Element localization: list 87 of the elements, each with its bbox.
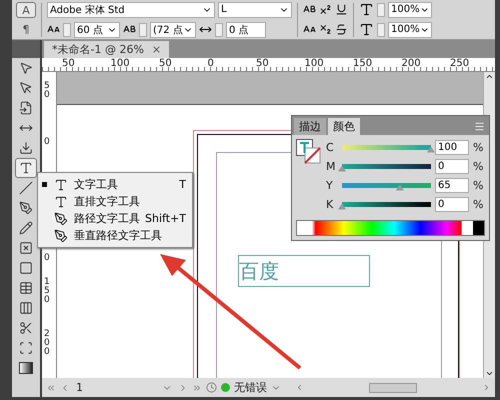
ruler-number: 100 xyxy=(110,59,130,69)
leading-field[interactable]: (72 点 xyxy=(150,22,196,38)
arrow-pointer-icon xyxy=(19,61,33,75)
channel-value-field[interactable]: 65 xyxy=(435,178,469,192)
type-icon xyxy=(19,161,33,175)
channel-label: K xyxy=(326,198,334,210)
channel-slider[interactable] xyxy=(342,182,431,188)
horizontal-scrollbar[interactable] xyxy=(295,382,491,394)
slider-thumb[interactable] xyxy=(396,184,404,190)
type-tool-icon xyxy=(54,228,68,242)
channel-value-field[interactable]: 0 xyxy=(435,158,469,174)
slider-thumb[interactable] xyxy=(338,204,346,210)
menu-item[interactable]: 垂直路径文字工具 xyxy=(38,227,192,244)
slider-thumb[interactable] xyxy=(427,146,435,152)
page-icon xyxy=(19,101,33,115)
menu-item[interactable]: 文字工具 T xyxy=(38,176,192,193)
percent-unit: % xyxy=(473,198,484,210)
line-icon xyxy=(19,181,33,195)
type-tool-icon xyxy=(54,212,68,226)
ruler-number: 50 xyxy=(62,59,75,69)
download-icon xyxy=(19,141,33,155)
ruler-number: 200 xyxy=(44,330,50,357)
menu-item[interactable]: 直排文字工具 xyxy=(38,193,192,210)
panel-tab[interactable]: 颜色 xyxy=(328,118,360,135)
pencil-icon xyxy=(19,221,33,235)
panel-menu-icon[interactable] xyxy=(474,121,485,132)
vertical-scale-field[interactable]: 100% xyxy=(388,2,432,18)
square-icon xyxy=(19,261,33,275)
ruler-number: 50 xyxy=(256,59,269,69)
scroll-right-icon[interactable] xyxy=(482,383,491,392)
horizontal-scale-field[interactable]: 100% xyxy=(388,22,432,38)
pen-icon xyxy=(19,201,33,215)
ruler-number: 150 xyxy=(44,278,50,305)
font-family-field[interactable]: Adobe 宋体 Std xyxy=(47,2,215,18)
columns-icon xyxy=(19,301,33,315)
scroll-up-icon[interactable] xyxy=(485,72,494,81)
ruler-number: 150 xyxy=(353,59,372,69)
last-page-icon[interactable] xyxy=(192,382,202,392)
ruler-number: 100 xyxy=(304,59,324,69)
underline-icon[interactable] xyxy=(335,3,348,16)
type-tool-icon xyxy=(54,194,68,208)
menu-item[interactable]: 路径文字工具 Shift+T xyxy=(38,210,192,227)
table-icon xyxy=(19,281,33,295)
scissors-icon xyxy=(19,321,33,335)
scroll-left-icon[interactable] xyxy=(295,383,304,392)
strikethrough-icon[interactable] xyxy=(335,23,348,36)
ruler-number: 0 xyxy=(44,254,50,263)
preflight-icon[interactable] xyxy=(206,382,217,393)
scroll-down-icon[interactable] xyxy=(485,369,494,378)
document-tab[interactable]: *未命名-1 @ 26% × xyxy=(44,41,170,58)
ruler-number: 50 xyxy=(44,82,50,100)
scroll-thumb[interactable] xyxy=(369,382,417,392)
page-field[interactable]: 1 xyxy=(74,380,174,396)
ruler-number: 250 xyxy=(450,59,470,69)
ruler-number: 0 xyxy=(44,138,50,147)
subscript-icon[interactable] xyxy=(319,23,332,36)
first-page-icon[interactable] xyxy=(46,382,56,392)
channel-label: M xyxy=(326,160,336,172)
tracking-field[interactable]: 0 点 xyxy=(226,22,266,38)
mode-button[interactable]: A xyxy=(16,2,36,18)
type-tool-icon xyxy=(54,178,68,192)
percent-unit: % xyxy=(473,140,484,154)
hollow-pointer-icon xyxy=(19,81,33,95)
ruler-number: 0 xyxy=(208,59,214,69)
tool-button[interactable] xyxy=(15,158,37,178)
font-size-field[interactable]: 60 点 xyxy=(74,22,120,38)
superscript-icon[interactable] xyxy=(319,3,332,16)
mode-button[interactable]: ¶ xyxy=(16,21,36,37)
channel-label: Y xyxy=(326,178,334,192)
channel-label: C xyxy=(326,140,335,154)
channel-value-field[interactable]: 100 xyxy=(435,140,469,154)
panel-tab[interactable]: 描边 xyxy=(294,118,326,135)
percent-unit: % xyxy=(473,160,484,172)
status-dot xyxy=(221,383,230,392)
panel-grip[interactable] xyxy=(12,40,40,58)
channel-value-field[interactable]: 0 xyxy=(435,196,469,212)
slider-thumb[interactable] xyxy=(338,166,346,172)
font-style-field[interactable]: L xyxy=(218,2,292,18)
color-spectrum[interactable] xyxy=(296,220,485,236)
ruler-number: 50 xyxy=(159,59,172,69)
gradient-icon xyxy=(19,362,33,374)
crossed-frame-icon xyxy=(19,241,33,255)
ruler-number: 200 xyxy=(402,59,421,69)
percent-unit: % xyxy=(473,178,484,192)
preflight-status: 无错误 xyxy=(234,380,267,395)
corners-icon xyxy=(19,341,33,355)
close-icon[interactable]: × xyxy=(152,43,162,56)
